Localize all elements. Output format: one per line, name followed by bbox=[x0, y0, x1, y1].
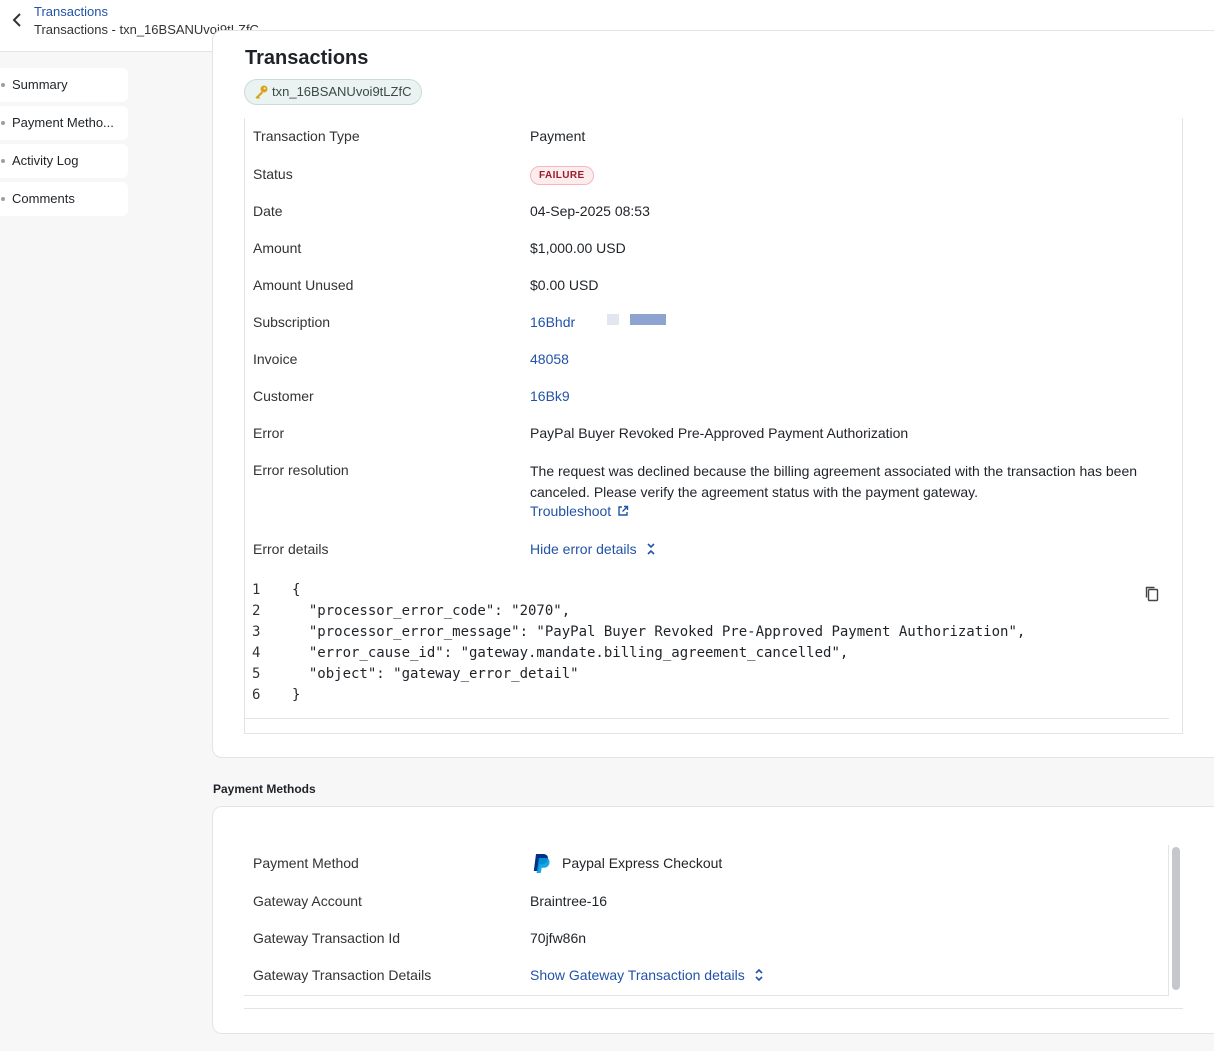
code-text: "processor_error_message": "PayPal Buyer… bbox=[292, 624, 1026, 640]
code-text: "error_cause_id": "gateway.mandate.billi… bbox=[292, 645, 849, 661]
code-line: 3 "processor_error_message": "PayPal Buy… bbox=[252, 622, 1025, 643]
value-payment-method: Paypal Express Checkout bbox=[562, 855, 723, 871]
label-subscription: Subscription bbox=[253, 314, 331, 330]
transaction-id-chip: txn_16BSANUvoi9tLZfC bbox=[244, 79, 423, 105]
value-error-resolution: The request was declined because the bil… bbox=[530, 463, 1138, 500]
section-title: Transactions bbox=[245, 47, 369, 69]
code-text: "processor_error_code": "2070", bbox=[292, 603, 571, 619]
label-gateway-transaction-id: Gateway Transaction Id bbox=[253, 930, 401, 946]
nav-item-comments[interactable]: Comments bbox=[0, 182, 128, 216]
value-error: PayPal Buyer Revoked Pre-Approved Paymen… bbox=[530, 425, 909, 441]
code-text: { bbox=[292, 582, 301, 598]
redacted-block bbox=[607, 314, 619, 325]
copy-button[interactable] bbox=[1143, 585, 1161, 603]
nav-item-summary[interactable]: Summary bbox=[0, 68, 128, 102]
line-number: 6 bbox=[252, 687, 261, 703]
redacted-block bbox=[630, 314, 666, 325]
hide-error-details-toggle[interactable]: Hide error details bbox=[530, 541, 657, 557]
status-badge: FAILURE bbox=[530, 166, 594, 185]
label-gateway-account: Gateway Account bbox=[253, 893, 362, 909]
show-gateway-details-label: Show Gateway Transaction details bbox=[530, 967, 745, 983]
scrollbar-thumb[interactable] bbox=[1172, 847, 1180, 990]
line-number: 4 bbox=[252, 645, 261, 661]
paypal-logo-icon bbox=[533, 854, 550, 873]
label-gateway-transaction-details: Gateway Transaction Details bbox=[253, 967, 432, 983]
error-details-code: 1{ 2 "processor_error_code": "2070", 3 "… bbox=[252, 580, 1025, 706]
label-error-resolution: Error resolution bbox=[253, 462, 349, 478]
nav-item-activity-log[interactable]: Activity Log bbox=[0, 144, 128, 178]
invoice-link[interactable]: 48058 bbox=[530, 351, 569, 367]
section-nav: Summary Payment Metho... Activity Log Co… bbox=[0, 68, 128, 220]
customer-link[interactable]: 16Bk9 bbox=[530, 388, 570, 404]
external-link-icon bbox=[618, 505, 629, 516]
value-transaction-type: Payment bbox=[530, 128, 586, 144]
label-amount-unused: Amount Unused bbox=[253, 277, 354, 293]
code-line: 6} bbox=[252, 685, 1025, 706]
label-transaction-type: Transaction Type bbox=[253, 128, 360, 144]
breadcrumb-transactions[interactable]: Transactions bbox=[34, 4, 108, 19]
label-amount: Amount bbox=[253, 240, 302, 256]
line-number: 5 bbox=[252, 666, 261, 682]
code-line: 5 "object": "gateway_error_detail" bbox=[252, 664, 1025, 685]
value-gateway-transaction-id: 70jfw86n bbox=[530, 930, 587, 946]
key-icon bbox=[255, 85, 268, 99]
line-number: 2 bbox=[252, 603, 261, 619]
code-text: } bbox=[292, 687, 301, 703]
value-amount-unused: $0.00 USD bbox=[530, 277, 599, 293]
label-error: Error bbox=[253, 425, 285, 441]
subscription-link[interactable]: 16Bhdr bbox=[530, 314, 575, 330]
chevron-collapse-icon bbox=[647, 543, 655, 555]
troubleshoot-label: Troubleshoot bbox=[530, 503, 612, 519]
chevron-expand-icon bbox=[755, 968, 763, 982]
transaction-id-text: txn_16BSANUvoi9tLZfC bbox=[272, 84, 412, 99]
value-gateway-account: Braintree-16 bbox=[530, 893, 608, 909]
copy-icon bbox=[1145, 586, 1159, 602]
code-text: "object": "gateway_error_detail" bbox=[292, 666, 579, 682]
back-button[interactable] bbox=[8, 10, 26, 30]
payment-methods-heading: Payment Methods bbox=[213, 782, 316, 796]
value-date: 04-Sep-2025 08:53 bbox=[530, 203, 650, 219]
chevron-left-icon bbox=[12, 13, 21, 27]
label-customer: Customer bbox=[253, 388, 314, 404]
line-number: 3 bbox=[252, 624, 261, 640]
value-amount: $1,000.00 USD bbox=[530, 240, 626, 256]
code-line: 4 "error_cause_id": "gateway.mandate.bil… bbox=[252, 643, 1025, 664]
hide-error-details-label: Hide error details bbox=[530, 541, 637, 557]
divider bbox=[244, 1008, 1183, 1009]
label-payment-method: Payment Method bbox=[253, 855, 359, 871]
label-error-details: Error details bbox=[253, 541, 329, 557]
label-status: Status bbox=[253, 166, 293, 182]
code-line: 1{ bbox=[252, 580, 1025, 601]
show-gateway-details-toggle[interactable]: Show Gateway Transaction details bbox=[530, 967, 765, 983]
label-date: Date bbox=[253, 203, 283, 219]
line-number: 1 bbox=[252, 582, 261, 598]
troubleshoot-link[interactable]: Troubleshoot bbox=[530, 503, 629, 519]
nav-item-payment-methods[interactable]: Payment Metho... bbox=[0, 106, 128, 140]
divider bbox=[244, 718, 1169, 719]
label-invoice: Invoice bbox=[253, 351, 298, 367]
code-line: 2 "processor_error_code": "2070", bbox=[252, 601, 1025, 622]
